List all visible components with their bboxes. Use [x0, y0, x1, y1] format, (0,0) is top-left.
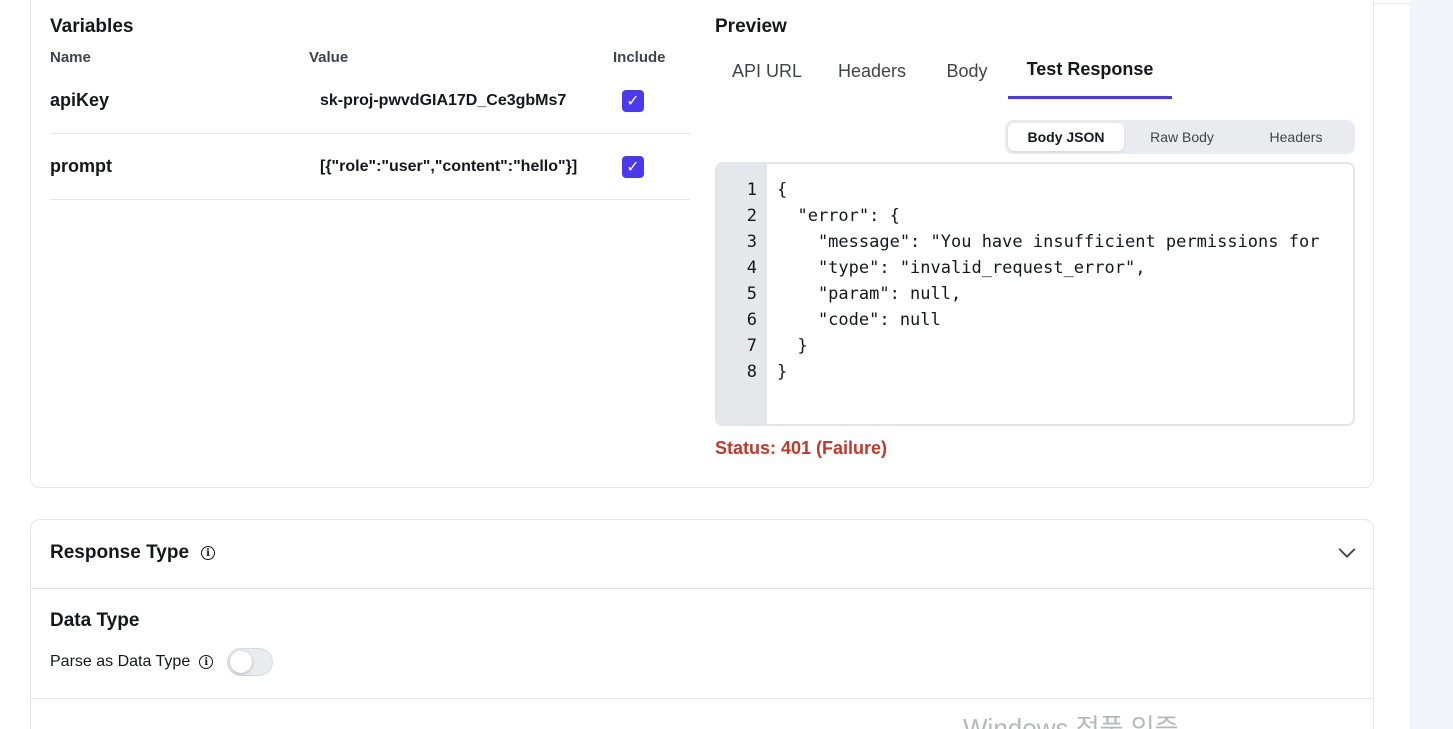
include-checkbox[interactable]: ✓	[622, 156, 644, 178]
info-icon[interactable]: i	[201, 546, 216, 560]
data-type-title: Data Type	[50, 610, 140, 631]
column-header-name: Name	[50, 49, 91, 66]
preview-title: Preview	[715, 16, 787, 37]
right-gutter	[1410, 0, 1453, 729]
tab-body[interactable]: Body	[937, 43, 997, 99]
line-number: 1	[746, 180, 757, 200]
chevron-down-icon[interactable]	[1336, 542, 1358, 564]
subtab-headers[interactable]: Headers	[1240, 123, 1352, 151]
line-number: 7	[746, 336, 757, 356]
column-header-value: Value	[309, 49, 349, 66]
variable-name: apiKey	[50, 90, 110, 110]
line-number: 4	[746, 258, 757, 278]
check-icon: ✓	[626, 93, 640, 110]
variable-name: prompt	[50, 156, 112, 176]
tab-test-response[interactable]: Test Response	[1008, 43, 1172, 99]
code-line: "param": null,	[777, 284, 962, 304]
json-response-viewer[interactable]: 1 {2 "error": { 3 "message": "You have ins…	[715, 162, 1355, 426]
code-line: {	[777, 180, 788, 200]
info-icon[interactable]: i	[199, 655, 214, 669]
code-line: "type": "invalid_request_error",	[777, 258, 1146, 278]
code-line: }	[777, 362, 788, 382]
toggle-knob	[230, 651, 253, 673]
code-line: "message": "You have insufficient permis…	[777, 232, 1320, 252]
line-number: 6	[746, 310, 757, 330]
line-number: 8	[746, 362, 757, 382]
tab-headers[interactable]: Headers	[827, 43, 917, 99]
code-line: }	[777, 336, 808, 356]
line-number: 3	[746, 232, 757, 252]
subtab-body-json[interactable]: Body JSON	[1008, 123, 1124, 151]
section-divider	[31, 698, 1373, 699]
column-header-include: Include	[613, 49, 666, 66]
response-type-card: Response Type i Data Type Parse as Data …	[30, 519, 1374, 729]
line-number: 5	[746, 284, 757, 304]
include-checkbox[interactable]: ✓	[622, 90, 644, 112]
section-divider	[31, 588, 1373, 589]
code-line: "error": {	[777, 206, 900, 226]
parse-as-data-type-row: Parse as Data Type i	[50, 648, 274, 676]
line-number: 2	[746, 206, 757, 226]
variable-value[interactable]: [{"role":"user","content":"hello"}]	[320, 134, 586, 199]
parse-label: Parse as Data Type	[50, 653, 191, 670]
variables-title: Variables	[50, 16, 134, 37]
response-view-switch: Body JSON Raw Body Headers	[1005, 120, 1355, 154]
windows-activation-watermark: Windows 정품 인증	[963, 713, 1179, 729]
response-type-title: Response Type	[50, 542, 190, 563]
parse-data-type-toggle[interactable]	[227, 648, 274, 676]
check-icon: ✓	[626, 159, 640, 176]
tab-api-url[interactable]: API URL	[727, 43, 807, 99]
variables-preview-card: Variables Name Value Include apiKey sk-p…	[30, 0, 1374, 488]
variable-row-prompt: prompt [{"role":"user","content":"hello"…	[50, 134, 690, 200]
status-text: Status: 401 (Failure)	[715, 438, 888, 458]
subtab-raw-body[interactable]: Raw Body	[1124, 123, 1240, 151]
code-line: "code": null	[777, 310, 941, 330]
variable-value[interactable]: sk-proj-pwvdGIA17D_Ce3gbMs7	[320, 68, 586, 133]
response-type-header[interactable]: Response Type i	[50, 542, 216, 564]
variable-row-apikey: apiKey sk-proj-pwvdGIA17D_Ce3gbMs7 ✓	[50, 68, 690, 134]
